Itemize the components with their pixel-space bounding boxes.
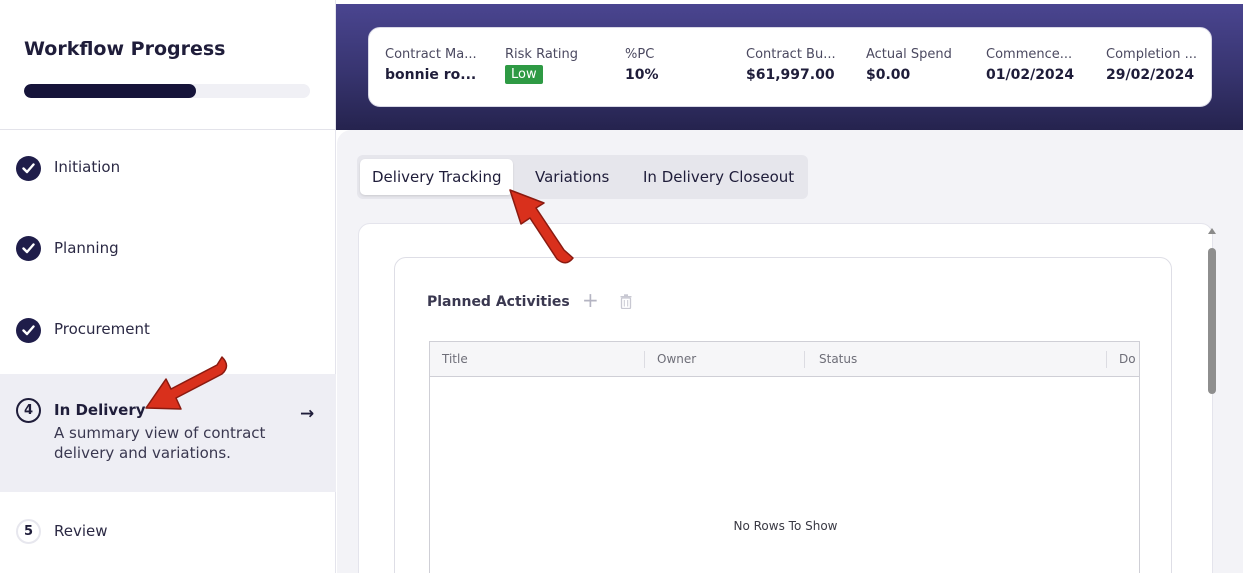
tab-variations[interactable]: Variations <box>535 159 609 195</box>
scrollbar-thumb[interactable] <box>1208 248 1216 394</box>
workflow-sidebar: Workflow Progress Initiation Planning Pr… <box>0 0 336 573</box>
planned-activities-grid: Title Owner Status Do No Rows To Show <box>429 341 1140 573</box>
delivery-tabs: Delivery Tracking Variations In Delivery… <box>357 155 808 199</box>
summary-percent-complete: %PC 10% <box>625 47 659 83</box>
summary-value: 01/02/2024 <box>986 67 1075 83</box>
workflow-progress-title: Workflow Progress <box>24 38 226 60</box>
check-icon <box>16 156 41 181</box>
scroll-up-arrow-icon[interactable] <box>1208 228 1216 234</box>
step-procurement[interactable]: Procurement <box>0 290 336 374</box>
summary-label: Contract Bu... <box>746 47 836 62</box>
risk-rating-badge: Low <box>505 65 543 84</box>
check-icon <box>16 318 41 343</box>
grid-empty-message: No Rows To Show <box>733 519 838 533</box>
contract-summary-banner: Contract Ma... bonnie ro... Risk Rating … <box>336 4 1243 130</box>
summary-label: %PC <box>625 47 655 62</box>
main-content: Delivery Tracking Variations In Delivery… <box>337 130 1243 573</box>
planned-activities-title: Planned Activities <box>427 294 570 310</box>
column-separator[interactable] <box>804 351 805 368</box>
summary-value: 10% <box>625 67 659 83</box>
workflow-progress-bar <box>24 84 310 98</box>
arrow-right-icon[interactable]: → <box>300 404 314 424</box>
step-label-in-delivery: In Delivery <box>54 401 146 419</box>
check-icon <box>16 236 41 261</box>
step-review[interactable]: 5 Review <box>0 492 336 573</box>
summary-contract-budget: Contract Bu... $61,997.00 <box>746 47 836 83</box>
summary-actual-spend: Actual Spend $0.00 <box>866 47 952 83</box>
tab-in-delivery-closeout[interactable]: In Delivery Closeout <box>643 159 794 195</box>
step-label-review: Review <box>54 522 108 540</box>
step-planning[interactable]: Planning <box>0 206 336 290</box>
summary-risk-rating: Risk Rating Low <box>505 47 578 84</box>
summary-value: $61,997.00 <box>746 67 835 83</box>
workflow-progress-fill <box>24 84 196 98</box>
step-label-procurement: Procurement <box>54 320 150 338</box>
summary-label: Actual Spend <box>866 47 952 62</box>
column-header-title[interactable]: Title <box>442 352 468 366</box>
summary-completion: Completion ... 29/02/2024 <box>1106 47 1197 83</box>
summary-value: bonnie ro... <box>385 67 477 83</box>
planned-activities-card: Planned Activities + Title Owner Status … <box>394 257 1172 573</box>
step-label-planning: Planning <box>54 239 119 257</box>
summary-value: 29/02/2024 <box>1106 67 1195 83</box>
summary-label: Completion ... <box>1106 47 1197 62</box>
summary-contract-manager: Contract Ma... bonnie ro... <box>385 47 477 83</box>
delivery-tracking-panel: Planned Activities + Title Owner Status … <box>358 223 1213 573</box>
workflow-progress-header: Workflow Progress <box>0 0 336 130</box>
summary-value: $0.00 <box>866 67 911 83</box>
column-header-owner[interactable]: Owner <box>657 352 696 366</box>
step-number-badge: 5 <box>16 519 41 544</box>
step-in-delivery[interactable]: 4 In Delivery A summary view of contract… <box>0 374 336 492</box>
tab-delivery-tracking[interactable]: Delivery Tracking <box>360 159 514 195</box>
trash-icon[interactable] <box>620 294 632 313</box>
step-number-badge: 4 <box>16 398 41 423</box>
summary-label: Risk Rating <box>505 47 578 62</box>
column-header-status[interactable]: Status <box>819 352 857 366</box>
summary-label: Commence... <box>986 47 1073 62</box>
summary-label: Contract Ma... <box>385 47 477 62</box>
grid-header: Title Owner Status Do <box>430 342 1139 377</box>
step-description: A summary view of contract delivery and … <box>54 424 266 462</box>
step-label-initiation: Initiation <box>54 158 121 176</box>
column-separator[interactable] <box>1106 351 1107 368</box>
column-header-doc[interactable]: Do <box>1119 352 1136 366</box>
panel-scrollbar[interactable] <box>1206 228 1218 573</box>
contract-summary-card: Contract Ma... bonnie ro... Risk Rating … <box>368 27 1212 107</box>
summary-commencement: Commence... 01/02/2024 <box>986 47 1074 83</box>
plus-icon[interactable]: + <box>582 288 599 312</box>
step-initiation[interactable]: Initiation <box>0 130 336 206</box>
column-separator[interactable] <box>644 351 645 368</box>
